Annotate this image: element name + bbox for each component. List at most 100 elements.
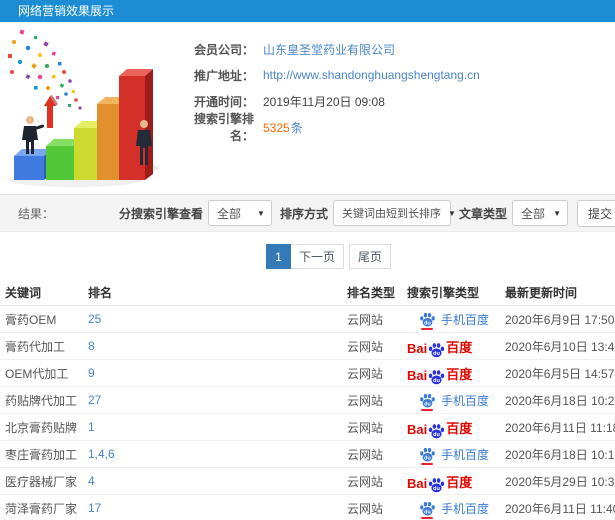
businessman-left — [22, 116, 45, 154]
mobile-baidu-label: 手机百度 — [441, 312, 490, 327]
rank-link[interactable]: 1 — [88, 420, 95, 434]
page: 网络营销效果展示 会员公司： 山东皇圣堂药业有限公司 推广地址： http://… — [0, 0, 615, 520]
header-keyword: 关键词 — [5, 286, 42, 300]
rank-type-cell: 云网站 — [347, 474, 384, 489]
svg-text:du: du — [433, 377, 440, 383]
keyword-cell: 膏药代加工 — [5, 339, 66, 354]
baidu-logo: Bai du 百度 — [407, 364, 472, 384]
table-row: 膏药OEM 25 云网站 du 手机百度 2020年6月9日 17:50 — [0, 306, 615, 333]
chevron-down-icon: ▼ — [257, 208, 265, 218]
table-row: 北京膏药贴牌 1 云网站 Bai du 百度 2020年6月11日 11:18 — [0, 414, 615, 441]
article-type-label: 文章类型 — [458, 206, 507, 221]
open-time-value: 2019年11月20日 09:08 — [263, 94, 385, 109]
company-name-link[interactable]: 山东皇圣堂药业有限公司 — [263, 41, 395, 58]
baidu-cn-text: 百度 — [446, 474, 473, 490]
baidu-logo: Bai du 百度 — [407, 337, 473, 357]
page-1-button[interactable]: 1 — [266, 244, 291, 269]
update-time-cell: 2020年6月11日 11:40 — [505, 501, 615, 516]
baidu-paw-icon: du — [429, 369, 445, 384]
rank-link[interactable]: 17 — [88, 501, 101, 515]
company-label: 会员公司： — [193, 42, 254, 57]
header-rank: 排名 — [88, 286, 113, 300]
update-time-cell: 2020年6月5日 14:57 — [505, 366, 615, 381]
results-table: 关键词 排名 排名类型 搜索引擎类型 最新更新时间 膏药OEM 25 云网站 d… — [0, 280, 615, 520]
rank-type-cell: 云网站 — [347, 420, 384, 435]
baidu-bai-text: Bai — [407, 340, 428, 356]
baidu-logo: Bai du 百度 — [407, 418, 473, 438]
header-engine-type: 搜索引擎类型 — [407, 286, 480, 300]
table-row: 药贴牌代加工 27 云网站 du 手机百度 2020年6月18日 10:25 — [0, 387, 615, 414]
header-rank-type: 排名类型 — [347, 286, 396, 300]
sort-filter-label: 排序方式 — [279, 206, 328, 221]
baidu-cn-text: 百度 — [446, 420, 473, 436]
rank-type-cell: 云网站 — [347, 447, 384, 462]
engine-cell: du 手机百度 — [407, 392, 505, 411]
engine-cell: Bai du 百度 — [407, 472, 505, 492]
open-time-label: 开通时间： — [193, 94, 254, 109]
engine-filter-value: 全部 — [216, 206, 241, 221]
svg-text:du: du — [424, 320, 431, 326]
engine-filter-select[interactable]: 全部 ▼ — [207, 200, 272, 226]
keyword-cell: 枣庄膏药加工 — [5, 447, 78, 462]
info-row-url: 推广地址： http://www.shandonghuangshengtang.… — [178, 62, 615, 88]
mobile-baidu-label: 手机百度 — [441, 501, 490, 516]
last-page-button[interactable]: 尾页 — [349, 244, 392, 269]
confetti-dots — [8, 29, 82, 110]
rank-link[interactable]: 8 — [88, 339, 95, 353]
baidu-cn-text: 百度 — [446, 339, 473, 355]
engine-cell: Bai du 百度 — [407, 364, 505, 384]
rank-link[interactable]: 1,4,6 — [88, 447, 115, 461]
rank-type-cell: 云网站 — [347, 393, 384, 408]
engine-cell: du 手机百度 — [407, 311, 505, 330]
keyword-cell: 药贴牌代加工 — [5, 393, 78, 408]
keyword-cell: 北京膏药贴牌 — [5, 420, 78, 435]
promo-url-label: 推广地址： — [193, 68, 254, 83]
table-row: 菏泽膏药厂家 17 云网站 du 手机百度 2020年6月11日 11:40 — [0, 495, 615, 520]
svg-text:du: du — [433, 350, 440, 356]
rank-link[interactable]: 4 — [88, 474, 95, 488]
rank-type-cell: 云网站 — [347, 312, 384, 327]
filter-bar: 结果： 分搜索引擎查看 全部 ▼ 排序方式 关键词由短到长排序 ▼ 文章类型 全… — [0, 194, 615, 232]
table-header-row: 关键词 排名 排名类型 搜索引擎类型 最新更新时间 — [0, 280, 615, 306]
engine-cell: du 手机百度 — [407, 500, 505, 519]
rank-link[interactable]: 9 — [88, 366, 95, 380]
sort-filter-select[interactable]: 关键词由短到长排序 ▼ — [332, 200, 456, 226]
chevron-down-icon: ▼ — [447, 208, 456, 218]
update-time-cell: 2020年6月9日 17:50 — [505, 312, 615, 327]
promo-url-link[interactable]: http://www.shandonghuangshengtang.cn — [263, 68, 480, 82]
table-row: 膏药代加工 8 云网站 Bai du 百度 2020年6月10日 13:40 — [0, 333, 615, 360]
baidu-paw-icon: du — [420, 312, 435, 326]
update-time-cell: 2020年6月18日 10:19 — [505, 447, 615, 462]
engine-cell: Bai du 百度 — [407, 337, 505, 357]
baidu-paw-icon: du — [429, 342, 445, 357]
chevron-down-icon: ▼ — [553, 208, 561, 218]
next-page-button[interactable]: 下一页 — [291, 244, 345, 269]
article-type-select[interactable]: 全部 ▼ — [511, 200, 568, 226]
rank-link[interactable]: 25 — [88, 312, 101, 326]
svg-text:du: du — [424, 455, 431, 461]
update-time-cell: 2020年6月11日 11:18 — [505, 420, 615, 435]
engine-cell: Bai du 百度 — [407, 418, 505, 438]
rank-link[interactable]: 27 — [88, 393, 101, 407]
keyword-cell: 菏泽膏药厂家 — [5, 501, 78, 516]
update-time-cell: 2020年5月29日 10:32 — [505, 474, 615, 489]
baidu-paw-icon: du — [420, 447, 435, 461]
svg-text:du: du — [433, 431, 440, 437]
result-label: 结果： — [18, 206, 55, 221]
table-row: 医疗器械厂家 4 云网站 Bai du 百度 2020年5月29日 10:32 — [0, 468, 615, 495]
baidu-bai-text: Bai — [407, 475, 428, 491]
keyword-cell: 膏药OEM — [5, 312, 57, 327]
submit-button[interactable]: 提交 — [576, 199, 615, 227]
mobile-baidu-label: 手机百度 — [441, 447, 490, 462]
keyword-cell: OEM代加工 — [5, 366, 69, 381]
baidu-paw-icon: du — [420, 501, 435, 515]
svg-text:du: du — [433, 485, 440, 491]
info-row-company: 会员公司： 山东皇圣堂药业有限公司 — [178, 36, 615, 62]
rank-type-cell: 云网站 — [347, 501, 384, 516]
rank-type-cell: 云网站 — [347, 366, 384, 381]
baidu-paw-icon: du — [429, 477, 445, 492]
rank-type-cell: 云网站 — [347, 339, 384, 354]
growth-arrow-icon — [44, 95, 58, 128]
sort-filter-value: 关键词由短到长排序 — [341, 208, 441, 220]
results-table-body: 膏药OEM 25 云网站 du 手机百度 2020年6月9日 17:50 膏药代加… — [0, 306, 615, 520]
